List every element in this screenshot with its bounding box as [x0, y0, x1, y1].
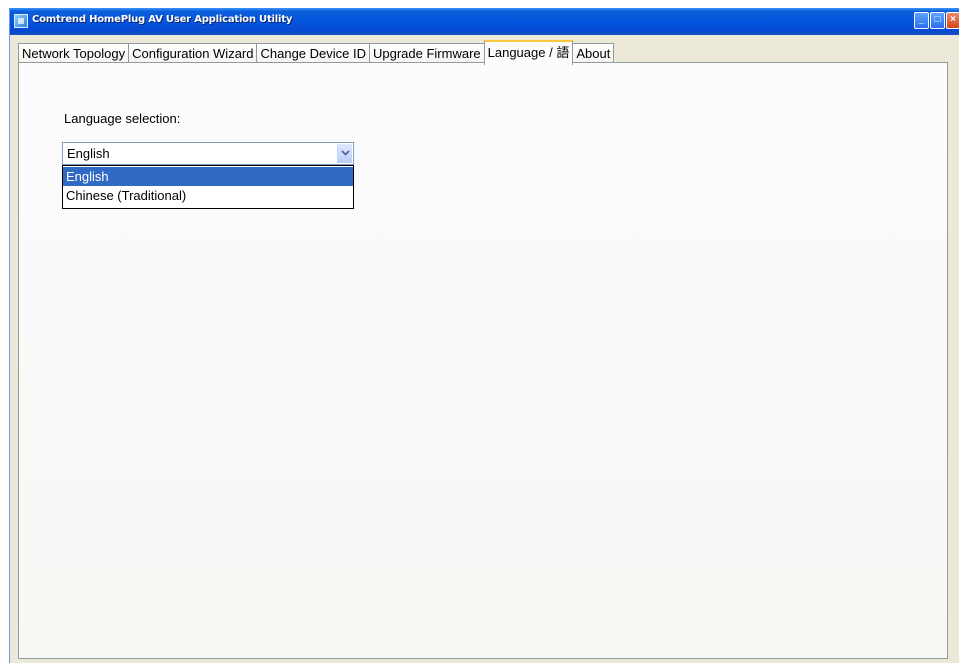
app-icon — [14, 14, 28, 28]
minimize-button[interactable]: _ — [914, 12, 929, 29]
language-select[interactable]: English — [62, 142, 354, 165]
language-select-value: English — [67, 146, 110, 161]
chevron-down-icon — [341, 150, 350, 156]
language-panel: Language selection: English English Chin… — [18, 62, 948, 659]
language-option-chinese-traditional[interactable]: Chinese (Traditional) — [63, 186, 353, 205]
language-dropdown-list: English Chinese (Traditional) — [62, 165, 354, 209]
dropdown-toggle-button[interactable] — [337, 144, 352, 163]
tab-strip: Network Topology Configuration Wizard Chan… — [18, 40, 615, 65]
language-option-english[interactable]: English — [63, 167, 353, 186]
title-bar[interactable]: Comtrend HomePlug AV User Application Ut… — [10, 8, 959, 35]
tab-language[interactable]: Language / 語 — [483, 40, 574, 65]
close-button[interactable]: × — [946, 12, 959, 29]
maximize-button[interactable]: □ — [930, 12, 945, 29]
language-selection-label: Language selection: — [64, 111, 181, 126]
window-title: Comtrend HomePlug AV User Application Ut… — [32, 14, 293, 25]
